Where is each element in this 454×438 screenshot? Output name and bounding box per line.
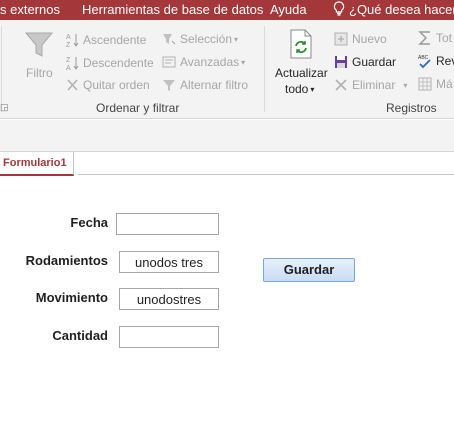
toggle-filter-button[interactable]: Alternar filtro [162,78,248,92]
ribbon: Filtro AZ Ascendente ZA Descendente Quit… [0,20,454,119]
delete-record-button[interactable]: Eliminar ▾ [334,78,407,92]
menu-external-data[interactable]: s externos [0,2,60,17]
cantidad-label: Cantidad [52,328,108,343]
svg-text:ABC: ABC [418,55,429,61]
remove-sort-button[interactable]: Quitar orden [66,78,150,92]
svg-text:A: A [66,65,71,71]
fecha-input[interactable] [116,213,219,235]
sigma-icon [418,31,430,45]
rodamientos-label: Rodamientos [25,253,108,268]
new-record-button[interactable]: Nuevo [334,32,387,46]
advanced-filter-icon [162,56,176,68]
tab-formulario1[interactable]: Formulario1 [0,152,74,176]
funnel-icon [24,30,54,65]
refresh-all-button[interactable]: Actualizar [275,66,328,80]
remove-sort-icon [67,79,78,91]
sort-descending-button[interactable]: ZA Descendente [66,55,154,71]
more-button[interactable]: Má [418,77,453,91]
save-icon [335,56,347,68]
movimiento-label: Movimiento [35,290,108,305]
svg-text:Z: Z [66,42,71,48]
menu-bar: s externos Herramientas de base de datos… [0,0,454,20]
filter-button[interactable]: Filtro [26,66,53,80]
sort-ascending-button[interactable]: AZ Ascendente [66,32,146,48]
form-body: Fecha Rodamientos Movimiento Cantidad Gu… [0,176,454,438]
spelling-check-icon: ABC [418,55,431,69]
refresh-icon [288,29,314,64]
document-tab-strip: Formulario1 [0,152,454,176]
rodamientos-input[interactable] [119,251,219,273]
tell-me-search[interactable]: ¿Qué desea hacer? [349,2,454,17]
group-launcher-icon[interactable]: ◲ [0,102,9,113]
save-record-button[interactable]: Guardar [334,55,396,69]
toggle-filter-icon [163,80,175,91]
movimiento-input[interactable] [119,288,219,310]
selection-filter-button[interactable]: Selección ▾ [162,32,238,46]
advanced-filter-button[interactable]: Avanzadas ▾ [162,55,245,69]
new-record-icon [334,32,348,46]
access-window: s externos Herramientas de base de datos… [0,0,454,438]
selection-filter-icon [163,34,176,45]
ribbon-collapse-band [0,120,454,152]
cantidad-input[interactable] [119,326,219,348]
fecha-label: Fecha [70,215,108,230]
more-grid-icon [418,77,432,91]
sort-ascending-icon: AZ [66,34,79,48]
delete-icon [335,79,347,91]
guardar-button[interactable]: Guardar [263,258,355,282]
totals-button[interactable]: Tot [418,30,452,46]
ribbon-separator [1,26,2,112]
group-label-sort-filter: Ordenar y filtrar [96,101,180,115]
svg-text:A: A [66,34,71,41]
refresh-all-dropdown[interactable]: todo ▾ [285,82,314,96]
menu-database-tools[interactable]: Herramientas de base de datos [82,2,263,17]
lightbulb-icon [333,1,345,20]
menu-help[interactable]: Ayuda [270,2,307,17]
sort-descending-icon: ZA [66,57,79,71]
svg-text:Z: Z [66,57,71,64]
ribbon-separator [264,26,265,112]
group-label-records: Registros [386,101,437,115]
spelling-button[interactable]: ABC Rev [418,53,454,69]
tab-underline [78,174,454,175]
